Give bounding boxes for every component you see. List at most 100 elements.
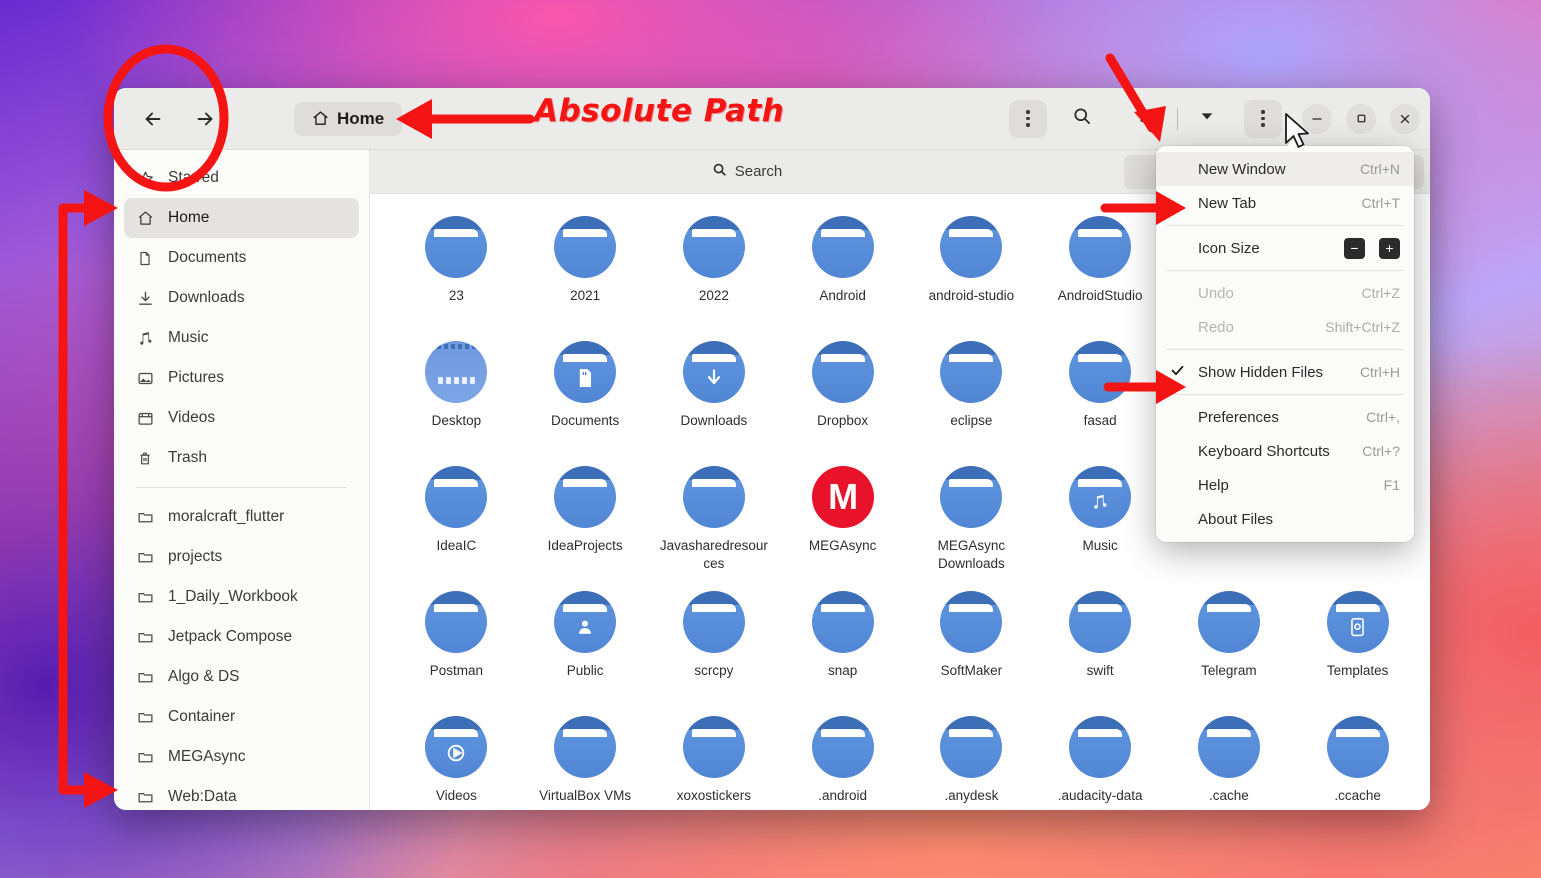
- menu-item-show-hidden-files[interactable]: Show Hidden Files Ctrl+H: [1156, 355, 1414, 389]
- folder-icon: [136, 628, 154, 646]
- sidebar-item-documents[interactable]: Documents: [124, 238, 359, 278]
- folder-icon: [682, 716, 745, 778]
- list-view-button[interactable]: [1129, 100, 1167, 138]
- maximize-button[interactable]: [1346, 103, 1376, 134]
- file-item[interactable]: eclipse: [907, 335, 1036, 460]
- file-name: IdeaProjects: [547, 538, 623, 553]
- navigation-buttons: [128, 104, 220, 134]
- file-item[interactable]: SoftMaker: [907, 585, 1036, 710]
- file-item[interactable]: IdeaIC: [392, 460, 521, 585]
- file-item[interactable]: M MEGAsync: [778, 460, 907, 585]
- file-item[interactable]: scrcpy: [650, 585, 779, 710]
- menu-item-keyboard-shortcuts[interactable]: Keyboard Shortcuts Ctrl+?: [1156, 434, 1414, 468]
- music-note-icon: [136, 329, 154, 347]
- folder-icon: [1069, 466, 1132, 528]
- file-name: VirtualBox VMs: [539, 788, 632, 803]
- file-item[interactable]: Downloads: [650, 335, 779, 460]
- icon-size-controls: − +: [1344, 237, 1400, 259]
- file-item[interactable]: Javasharedresources: [650, 460, 779, 585]
- file-item[interactable]: .anydesk: [907, 710, 1036, 810]
- file-item[interactable]: .audacity-data: [1036, 710, 1165, 810]
- file-item[interactable]: Postman: [392, 585, 521, 710]
- file-item[interactable]: Music: [1036, 460, 1165, 585]
- file-name: MEGAsync: [808, 538, 877, 553]
- sidebar-item-starred[interactable]: Starred: [124, 158, 359, 198]
- sidebar-item-music[interactable]: Music: [124, 318, 359, 358]
- sidebar-item-jetpack-compose[interactable]: Jetpack Compose: [124, 617, 359, 657]
- file-item[interactable]: VirtualBox VMs: [521, 710, 650, 810]
- file-item[interactable]: Videos: [392, 710, 521, 810]
- file-item[interactable]: 23: [392, 210, 521, 335]
- file-name: fasad: [1083, 413, 1117, 428]
- sidebar-item-projects[interactable]: projects: [124, 537, 359, 577]
- mouse-cursor: [1284, 113, 1314, 158]
- file-item[interactable]: swift: [1036, 585, 1165, 710]
- view-options-button[interactable]: [1009, 99, 1047, 138]
- folder-icon: [1069, 216, 1132, 278]
- icon-size-increase-button[interactable]: +: [1379, 237, 1400, 259]
- file-item[interactable]: 2022: [650, 210, 779, 335]
- file-item[interactable]: MEGAsync Downloads: [907, 460, 1036, 585]
- sidebar-item-web-data[interactable]: Web:Data: [124, 777, 359, 810]
- desktop-background: Home Starred Home Documents Downloads Mu…: [0, 0, 1541, 878]
- music-note-icon: [1069, 492, 1131, 512]
- sidebar-item-home[interactable]: Home: [124, 198, 359, 238]
- search-button[interactable]: [1063, 100, 1101, 138]
- file-item[interactable]: Android: [778, 210, 907, 335]
- sidebar-item-downloads[interactable]: Downloads: [124, 278, 359, 318]
- sidebar-item-pictures[interactable]: Pictures: [124, 358, 359, 398]
- menu-item-redo: Redo Shift+Ctrl+Z: [1156, 310, 1414, 344]
- download-arrow-icon: [683, 367, 745, 389]
- main-menu-button[interactable]: [1244, 99, 1282, 138]
- file-item[interactable]: fasad: [1036, 335, 1165, 460]
- path-breadcrumb-home[interactable]: Home: [294, 101, 403, 136]
- file-name: SoftMaker: [940, 663, 1003, 678]
- file-name: Desktop: [431, 413, 482, 428]
- file-item[interactable]: snap: [778, 585, 907, 710]
- home-icon: [312, 110, 329, 127]
- sidebar-item-megasync[interactable]: MEGAsync: [124, 737, 359, 777]
- icon-size-decrease-button[interactable]: −: [1344, 237, 1365, 259]
- sidebar-item-algo-ds[interactable]: Algo & DS: [124, 657, 359, 697]
- file-item[interactable]: .ccache: [1293, 710, 1422, 810]
- file-item[interactable]: .android: [778, 710, 907, 810]
- trash-icon: [136, 449, 154, 467]
- file-item[interactable]: .cache: [1165, 710, 1294, 810]
- file-name: android-studio: [928, 288, 1015, 303]
- sidebar-item-1-daily-workbook[interactable]: 1_Daily_Workbook: [124, 577, 359, 617]
- file-item[interactable]: xoxostickers: [650, 710, 779, 810]
- sidebar: Starred Home Documents Downloads Music P…: [114, 150, 370, 810]
- menu-item-about-files[interactable]: About Files: [1156, 502, 1414, 536]
- view-dropdown-button[interactable]: [1188, 100, 1226, 138]
- folder-icon: [1197, 716, 1260, 778]
- folder-icon: [425, 716, 488, 778]
- file-item[interactable]: Desktop: [392, 335, 521, 460]
- check-icon: [1170, 363, 1185, 382]
- menu-item-preferences[interactable]: Preferences Ctrl+,: [1156, 400, 1414, 434]
- forward-button[interactable]: [190, 104, 220, 134]
- back-button[interactable]: [138, 104, 168, 134]
- file-item[interactable]: AndroidStudio: [1036, 210, 1165, 335]
- sidebar-item-moralcraft-flutter[interactable]: moralcraft_flutter: [124, 497, 359, 537]
- file-item[interactable]: IdeaProjects: [521, 460, 650, 585]
- menu-item-help[interactable]: Help F1: [1156, 468, 1414, 502]
- file-item[interactable]: Dropbox: [778, 335, 907, 460]
- file-item[interactable]: 2021: [521, 210, 650, 335]
- sidebar-item-videos[interactable]: Videos: [124, 398, 359, 438]
- close-button[interactable]: [1390, 103, 1420, 134]
- file-name: 2022: [698, 288, 729, 303]
- sidebar-item-container[interactable]: Container: [124, 697, 359, 737]
- file-item[interactable]: Public: [521, 585, 650, 710]
- file-name: Music: [1082, 538, 1118, 553]
- megasync-letter: M: [828, 476, 858, 517]
- file-name: Telegram: [1201, 663, 1257, 678]
- list-view-icon: [1138, 106, 1158, 131]
- sidebar-item-trash[interactable]: Trash: [124, 438, 359, 478]
- tab-search[interactable]: Search: [376, 155, 1118, 189]
- file-item[interactable]: Documents: [521, 335, 650, 460]
- file-item[interactable]: Templates: [1293, 585, 1422, 710]
- sidebar-item-label: Documents: [168, 249, 247, 266]
- file-item[interactable]: android-studio: [907, 210, 1036, 335]
- menu-item-new-tab[interactable]: New Tab Ctrl+T: [1156, 186, 1414, 220]
- file-item[interactable]: Telegram: [1165, 585, 1294, 710]
